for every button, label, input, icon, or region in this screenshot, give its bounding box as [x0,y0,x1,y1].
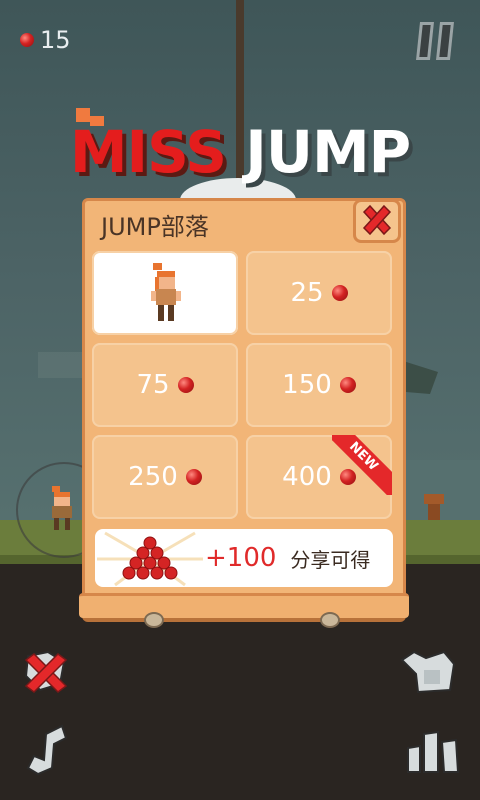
pause-button[interactable] [414,22,456,60]
no-ads-icon [24,650,68,693]
red-gem-icon [20,33,34,47]
rope-knot [144,612,164,628]
character-slot-2[interactable]: 25 [246,251,392,335]
game-title: MISS JUMP [0,118,480,198]
player-character [52,486,72,530]
price-label: 75 [136,370,170,400]
panel-title: JUMP部落 [101,213,209,241]
character-slot-3[interactable]: 75 [92,343,238,427]
character-shop-panel: JUMP部落 25 75 150 250 400 NEW +100 分享可得 [79,198,409,618]
character-slot-4[interactable]: 150 [246,343,392,427]
title-word-miss: MISS [69,118,227,186]
red-gem-icon [177,377,194,393]
share-reward-amount: +100 [205,543,277,573]
character-slot-5[interactable]: 250 [92,435,238,519]
price-label: 400 [282,462,332,492]
price-label: 150 [282,370,332,400]
title-word-jump: JUMP [245,118,411,186]
music-note-icon [26,724,68,776]
panel-header: JUMP部落 [85,199,403,245]
gem-pile-icon [97,531,203,587]
music-toggle-button[interactable] [24,722,70,780]
red-gem-icon [331,285,348,301]
new-badge: NEW [332,435,392,495]
price-label: 25 [290,278,324,308]
close-x-icon [362,204,392,236]
character-slot-6[interactable]: 400 NEW [246,435,392,519]
red-gem-icon [185,469,202,485]
new-badge-label: NEW [332,435,392,495]
price-label: 250 [128,462,178,492]
red-gem-icon [339,377,356,393]
rate-button[interactable] [398,646,458,694]
close-button[interactable] [353,199,401,243]
character-slot-1[interactable] [92,251,238,335]
panel-bottom-plank [79,593,409,618]
share-reward-label: 分享可得 [290,547,371,572]
girl-character [151,263,181,321]
coin-count: 15 [40,26,71,54]
rope-knot [320,612,340,628]
share-reward-button[interactable]: +100 分享可得 [95,529,393,587]
coin-counter: 15 [20,26,71,54]
leaderboard-button[interactable] [404,728,462,776]
leaderboard-icon [407,730,460,773]
pause-icon [416,22,434,60]
no-ads-button[interactable] [20,646,72,698]
